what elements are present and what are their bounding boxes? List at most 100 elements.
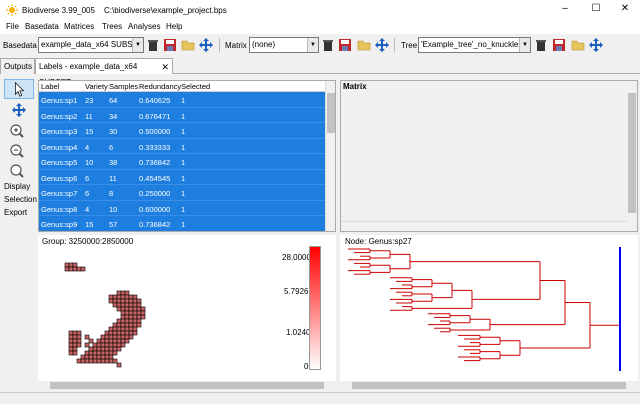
map-cell[interactable] <box>96 354 102 360</box>
scrollbar-thumb[interactable] <box>50 382 324 389</box>
map-cell[interactable] <box>108 354 114 360</box>
basedata-select[interactable]: example_data_x64 SUBSET ▼ <box>38 37 144 53</box>
minimize-button[interactable]: – <box>555 2 575 16</box>
table-row[interactable]: Genus:sp3 15 30 0.500000 1 <box>39 123 325 139</box>
map-cell[interactable] <box>84 354 90 360</box>
map-cell[interactable] <box>100 334 106 340</box>
table-vertical-scrollbar[interactable] <box>325 81 335 231</box>
map-cell[interactable] <box>116 334 122 340</box>
map-cell[interactable] <box>124 318 130 324</box>
map-cell[interactable] <box>116 326 122 332</box>
map-cell[interactable] <box>120 326 126 332</box>
map-cell[interactable] <box>128 318 134 324</box>
menu-basedata[interactable]: Basedata <box>25 22 59 31</box>
map-cell[interactable] <box>92 346 98 352</box>
map-cell[interactable] <box>68 266 74 272</box>
map-horizontal-scrollbar[interactable] <box>38 381 336 390</box>
map-cell[interactable] <box>72 350 78 356</box>
map-cell[interactable] <box>84 342 90 348</box>
map-cell[interactable] <box>120 310 126 316</box>
map-cell[interactable] <box>92 350 98 356</box>
map-cell[interactable] <box>100 342 106 348</box>
map-cell[interactable] <box>108 358 114 364</box>
map-cell[interactable] <box>116 346 122 352</box>
scrollbar-thumb[interactable] <box>628 93 636 213</box>
map-cell[interactable] <box>108 326 114 332</box>
map-cell[interactable] <box>132 294 138 300</box>
map-cell[interactable] <box>116 342 122 348</box>
map-cell[interactable] <box>112 326 118 332</box>
menu-analyses[interactable]: Analyses <box>128 22 160 31</box>
map-cell[interactable] <box>104 350 110 356</box>
map-cell[interactable] <box>112 358 118 364</box>
matrix-horizontal-scrollbar[interactable] <box>341 221 627 231</box>
map-cell[interactable] <box>140 314 146 320</box>
map-cell[interactable] <box>96 342 102 348</box>
map-cell[interactable] <box>136 298 142 304</box>
map-cell[interactable] <box>124 310 130 316</box>
map-cell[interactable] <box>128 294 134 300</box>
map-cell[interactable] <box>104 358 110 364</box>
selection-button[interactable]: Selection <box>4 195 37 204</box>
map-cell[interactable] <box>132 326 138 332</box>
map-cell[interactable] <box>124 294 130 300</box>
map-cell[interactable] <box>76 266 82 272</box>
map-cell[interactable] <box>120 342 126 348</box>
map-cell[interactable] <box>92 342 98 348</box>
open-matrix-folder-icon[interactable] <box>357 38 371 52</box>
map-cell[interactable] <box>132 322 138 328</box>
map-cell[interactable] <box>120 338 126 344</box>
map-cell[interactable] <box>112 298 118 304</box>
display-button[interactable]: Display <box>4 182 30 191</box>
map-cell[interactable] <box>136 322 142 328</box>
map-cell[interactable] <box>128 310 134 316</box>
column-header-redundancy[interactable]: Redundancy <box>139 82 181 91</box>
menu-trees[interactable]: Trees <box>102 22 122 31</box>
map-cell[interactable] <box>120 318 126 324</box>
select-pointer-icon[interactable] <box>4 79 34 99</box>
matrix-select[interactable]: (none) ▼ <box>249 37 319 53</box>
map-cell[interactable] <box>108 346 114 352</box>
menu-file[interactable]: File <box>6 22 19 31</box>
map-cell[interactable] <box>124 314 130 320</box>
tab-outputs[interactable]: Outputs <box>0 58 35 74</box>
map-cell[interactable] <box>120 306 126 312</box>
map-cell[interactable] <box>116 318 122 324</box>
map-cell[interactable] <box>104 338 110 344</box>
map-cell[interactable] <box>68 334 74 340</box>
map-cell[interactable] <box>88 354 94 360</box>
map-cell[interactable] <box>128 326 134 332</box>
map-cell[interactable] <box>76 342 82 348</box>
map-cell[interactable] <box>116 330 122 336</box>
map-cell[interactable] <box>116 338 122 344</box>
map-cell[interactable] <box>116 302 122 308</box>
map-cell[interactable] <box>64 262 70 268</box>
map-cell[interactable] <box>140 306 146 312</box>
tab-labels[interactable]: Labels - example_data_x64 SUBSET ✕ <box>35 58 173 87</box>
map-cell[interactable] <box>140 310 146 316</box>
table-row[interactable]: Genus:sp9 15 57 0.736842 1 <box>39 216 325 231</box>
map-cell[interactable] <box>76 334 82 340</box>
map-cell[interactable] <box>116 290 122 296</box>
map-cell[interactable] <box>124 326 130 332</box>
map-cell[interactable] <box>96 350 102 356</box>
map-cell[interactable] <box>116 322 122 328</box>
tree-select[interactable]: 'Example_tree'_no_knuckles ▼ <box>418 37 531 53</box>
map-cell[interactable] <box>112 350 118 356</box>
map-cell[interactable] <box>128 306 134 312</box>
export-button[interactable]: Export <box>4 208 27 217</box>
map-cell[interactable] <box>100 338 106 344</box>
map-cell[interactable] <box>108 350 114 356</box>
map-cell[interactable] <box>124 334 130 340</box>
table-row[interactable]: Genus:sp7 6 8 0.250000 1 <box>39 185 325 201</box>
map-cell[interactable] <box>124 330 130 336</box>
map-cell[interactable] <box>108 330 114 336</box>
map-cell[interactable] <box>80 358 86 364</box>
map-cell[interactable] <box>128 298 134 304</box>
map-cell[interactable] <box>92 354 98 360</box>
map-cell[interactable] <box>128 334 134 340</box>
map-cell[interactable] <box>124 298 130 304</box>
delete-tree-icon[interactable] <box>534 38 548 52</box>
map-cell[interactable] <box>136 314 142 320</box>
map-cell[interactable] <box>120 334 126 340</box>
